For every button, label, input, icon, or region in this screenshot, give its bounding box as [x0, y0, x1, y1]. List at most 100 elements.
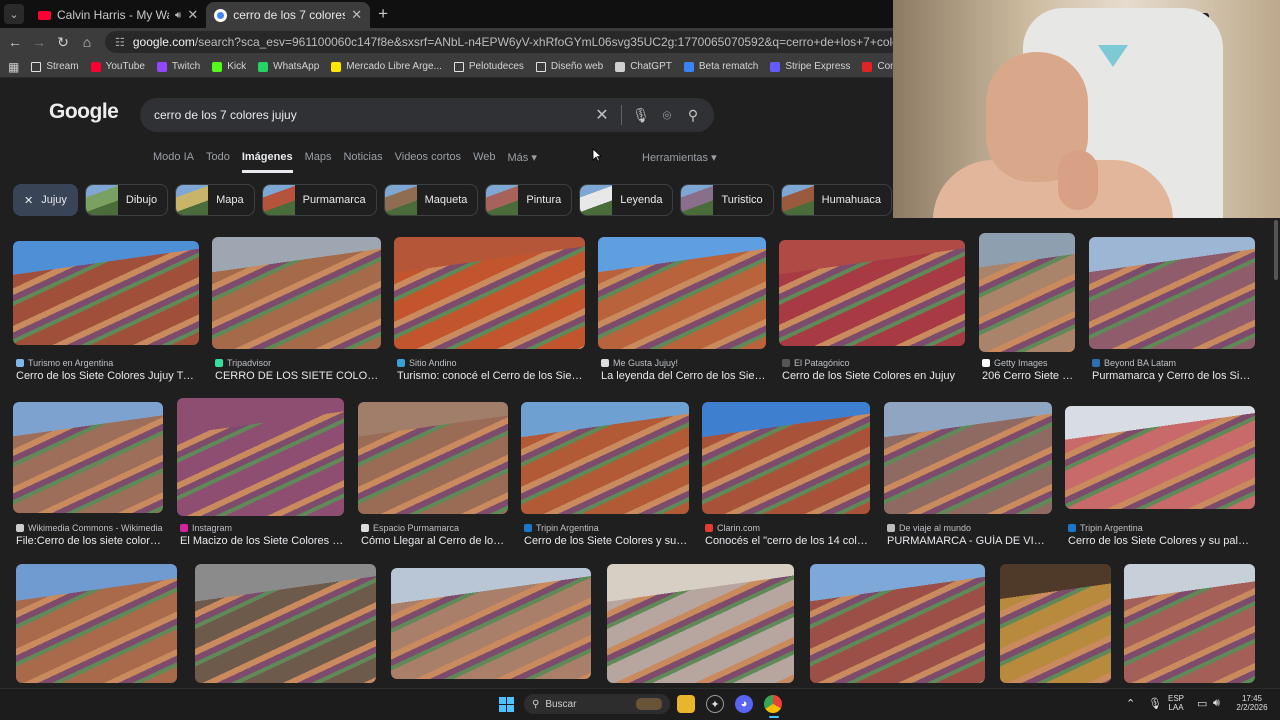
windows-start-icon[interactable] — [499, 697, 514, 712]
result-title[interactable]: Turismo: conocé el Cerro de los Siete Co… — [397, 370, 585, 382]
search-tab-2[interactable]: Imágenes — [241, 151, 293, 173]
image-result-thumbnail[interactable] — [1065, 406, 1255, 509]
image-result-thumbnail[interactable] — [779, 240, 965, 346]
site-info-icon[interactable]: ☷ — [115, 36, 125, 49]
image-result-thumbnail[interactable] — [607, 564, 794, 683]
close-tab-icon[interactable]: ✕ — [187, 7, 198, 23]
search-tab-7[interactable]: Más ▾ — [507, 151, 536, 173]
result-title[interactable]: File:Cerro de los siete colores.j... — [16, 535, 163, 547]
clock[interactable]: 17:45 2/2/2026 — [1232, 694, 1272, 712]
image-result-thumbnail[interactable] — [598, 237, 766, 349]
language-indicator[interactable]: ESP LAA — [1168, 694, 1184, 712]
chip-1[interactable]: Dibujo — [84, 184, 169, 216]
close-icon[interactable]: ✕ — [24, 194, 33, 207]
result-title[interactable]: La leyenda del Cerro de los Siete C... — [601, 370, 766, 382]
search-tab-4[interactable]: Noticias — [343, 151, 382, 173]
result-title[interactable]: Cerro de los Siete Colores Jujuy Turism.… — [16, 370, 199, 382]
chip-8[interactable]: Humahuaca — [780, 184, 892, 216]
search-input[interactable]: cerro de los 7 colores jujuy — [154, 108, 589, 122]
search-tab-1[interactable]: Todo — [206, 151, 230, 173]
image-result-thumbnail[interactable] — [13, 402, 163, 513]
chip-4[interactable]: Maqueta — [383, 184, 479, 216]
chip-6[interactable]: Leyenda — [579, 184, 674, 216]
bookmark-10[interactable]: Stripe Express — [770, 61, 850, 72]
result-title[interactable]: Cómo Llegar al Cerro de los 7 ... — [361, 535, 508, 547]
lens-icon[interactable]: ⌾ — [654, 107, 680, 124]
chip-0[interactable]: ✕ Jujuy — [13, 184, 78, 216]
bookmark-8[interactable]: ChatGPT — [615, 61, 672, 72]
home-button[interactable]: ⌂ — [75, 34, 99, 50]
image-result-thumbnail[interactable] — [177, 398, 344, 516]
result-title[interactable]: Cerro de los Siete Colores y su pal... — [524, 535, 689, 547]
image-result-thumbnail[interactable] — [394, 237, 585, 349]
image-result-thumbnail[interactable] — [16, 564, 177, 683]
bookmark-7[interactable]: Diseño web — [535, 61, 603, 72]
search-tab-6[interactable]: Web — [473, 151, 495, 173]
address-bar[interactable]: ☷ google.com /search?sca_esv=961100060c1… — [105, 31, 1005, 53]
search-icon[interactable]: ⚲ — [680, 107, 706, 124]
result-title[interactable]: PURMAMARCA - GUÍA DE VIAJE - ... — [887, 535, 1052, 547]
result-source[interactable]: De viaje al mundo — [887, 523, 1052, 533]
bookmark-3[interactable]: Kick — [212, 61, 246, 72]
tab-search-button[interactable]: ⌄ — [4, 4, 24, 24]
result-source[interactable]: Tripin Argentina — [524, 523, 689, 533]
image-result-thumbnail[interactable] — [702, 402, 870, 514]
image-result-thumbnail[interactable] — [979, 233, 1075, 352]
bookmark-0[interactable]: Stream — [31, 61, 79, 72]
chip-2[interactable]: Mapa — [175, 184, 255, 216]
image-result-thumbnail[interactable] — [195, 564, 376, 683]
google-logo[interactable]: Google — [49, 100, 119, 124]
chip-7[interactable]: Turistico — [680, 184, 774, 216]
close-tab-icon[interactable]: ✕ — [351, 7, 362, 23]
tools-button[interactable]: Herramientas ▾ — [642, 151, 717, 164]
result-source[interactable]: El Patagónico — [782, 358, 965, 368]
image-result-thumbnail[interactable] — [1000, 564, 1111, 683]
microphone-icon[interactable]: 🎙︎ — [1148, 697, 1162, 710]
chip-5[interactable]: Pintura — [485, 184, 573, 216]
bookmark-2[interactable]: Twitch — [156, 61, 200, 72]
speaker-icon[interactable]: 🔊︎ — [175, 10, 181, 21]
search-tab-5[interactable]: Videos cortos — [395, 151, 461, 173]
chevron-up-icon[interactable]: ⌃ — [1126, 697, 1135, 710]
app-icon[interactable]: ✦ — [706, 695, 724, 713]
tab-google-search[interactable]: cerro de los 7 colores jujuy - Bu ✕ — [206, 2, 371, 28]
result-source[interactable]: Wikimedia Commons - Wikimedia... — [16, 523, 163, 533]
back-button[interactable]: ← — [3, 34, 27, 50]
scrollbar[interactable] — [1272, 218, 1280, 688]
bookmark-9[interactable]: Beta rematch — [683, 61, 758, 72]
clear-icon[interactable]: ✕ — [589, 105, 615, 125]
result-title[interactable]: El Macizo de los Siete Colores es u... — [180, 535, 344, 547]
bookmark-1[interactable]: YouTube — [90, 61, 145, 72]
tab-youtube[interactable]: Calvin Harris - My Way (Offi 🔊︎ ✕ — [30, 2, 206, 28]
search-box[interactable]: cerro de los 7 colores jujuy ✕ 🎙︎ ⌾ ⚲ — [140, 98, 714, 132]
forward-button[interactable]: → — [27, 34, 51, 50]
file-explorer-icon[interactable] — [677, 695, 695, 713]
image-result-thumbnail[interactable] — [521, 402, 689, 514]
chrome-icon[interactable] — [764, 695, 782, 713]
result-source[interactable]: Turismo en Argentina — [16, 358, 199, 368]
image-result-thumbnail[interactable] — [810, 564, 985, 683]
result-source[interactable]: Espacio Purmamarca — [361, 523, 508, 533]
image-result-thumbnail[interactable] — [212, 237, 381, 349]
result-title[interactable]: CERRO DE LOS SIETE COLORES... — [215, 370, 381, 382]
result-source[interactable]: Clarin.com — [705, 523, 870, 533]
taskbar-search[interactable]: ⚲ Buscar — [524, 694, 670, 714]
new-tab-button[interactable]: + — [370, 4, 396, 28]
result-source[interactable]: Getty Images — [982, 358, 1075, 368]
result-title[interactable]: Cerro de los Siete Colores y su paleta d… — [1068, 535, 1255, 547]
image-result-thumbnail[interactable] — [391, 568, 591, 679]
result-title[interactable]: 206 Cerro Siete C... — [982, 370, 1075, 382]
volume-icon[interactable]: 🔊︎ — [1213, 697, 1220, 710]
image-result-thumbnail[interactable] — [358, 402, 508, 514]
result-source[interactable]: Instagram — [180, 523, 344, 533]
image-result-thumbnail[interactable] — [13, 241, 199, 345]
result-source[interactable]: Me Gusta Jujuy! — [601, 358, 766, 368]
network-icon[interactable]: ▭ — [1197, 697, 1207, 710]
microphone-icon[interactable]: 🎙︎ — [628, 107, 654, 124]
bookmark-6[interactable]: Pelotudeces — [453, 61, 524, 72]
bookmark-4[interactable]: WhatsApp — [258, 61, 319, 72]
image-result-thumbnail[interactable] — [1089, 237, 1255, 349]
apps-grid-icon[interactable]: ▦ — [8, 60, 19, 74]
discord-icon[interactable]: ◕ — [735, 695, 753, 713]
chip-3[interactable]: Purmamarca — [261, 184, 377, 216]
